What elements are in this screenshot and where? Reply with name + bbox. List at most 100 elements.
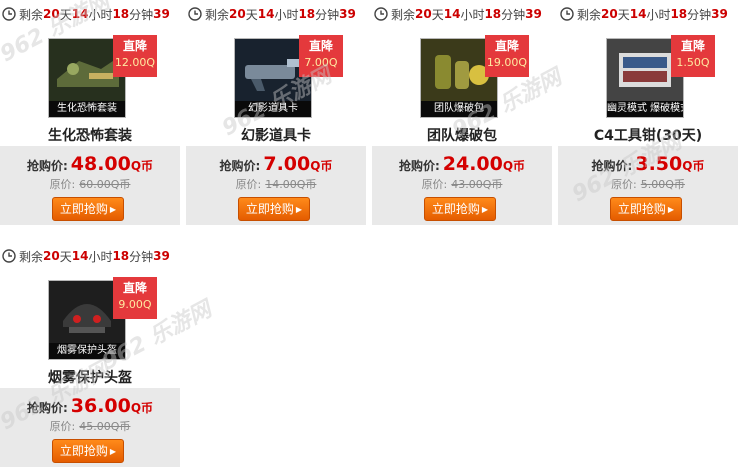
sale-price-unit: Q币 bbox=[502, 159, 526, 173]
buy-now-label: 立即抢购 bbox=[59, 202, 108, 216]
countdown-hours-unit: 小时 bbox=[88, 249, 113, 264]
discount-tag-title: 直降 bbox=[308, 39, 333, 53]
countdown-seconds: 39 bbox=[525, 7, 542, 21]
sale-price-value: 7.00 bbox=[263, 153, 311, 175]
countdown-minutes: 18 bbox=[484, 7, 502, 21]
countdown-timer: 剩余 20 天 14 小时 18 分钟 39 bbox=[188, 4, 356, 24]
countdown-hours-unit: 小时 bbox=[88, 7, 113, 22]
product-card: 剩余 20 天 14 小时 18 分钟 39 幻影道具卡 直降 7.00Q 幻影道具卡 抢购价: 7.00… bbox=[186, 0, 366, 228]
price-panel: 抢购价: 7.00Q币 原价: 14.00Q币 立即抢购 ▶ bbox=[186, 146, 366, 225]
arrow-right-icon: ▶ bbox=[109, 447, 117, 456]
discount-tag-value: 19.00Q bbox=[486, 56, 528, 69]
countdown-hours-unit: 小时 bbox=[646, 7, 671, 22]
countdown-days-unit: 天 bbox=[431, 7, 444, 22]
sale-price-unit: Q币 bbox=[310, 159, 333, 173]
countdown-hours: 14 bbox=[257, 7, 275, 21]
price-panel: 抢购价: 48.00Q币 原价: 60.00Q币立即抢购 ▶ bbox=[0, 146, 180, 225]
countdown-hours-unit: 小时 bbox=[460, 7, 485, 22]
countdown-hours-unit: 小时 bbox=[274, 7, 299, 22]
buy-now-label: 立即抢购 bbox=[617, 202, 666, 216]
countdown-minutes: 18 bbox=[298, 7, 316, 21]
buy-now-button[interactable]: 立即抢购 ▶ bbox=[238, 197, 310, 221]
countdown-prefix: 剩余 bbox=[205, 7, 230, 22]
arrow-right-icon: ▶ bbox=[481, 205, 489, 214]
countdown-timer: 剩余 20 天 14 小时 18 分钟 39 bbox=[374, 4, 542, 24]
original-price-label: 原价: bbox=[611, 178, 637, 191]
countdown-seconds: 39 bbox=[153, 7, 170, 21]
countdown-days: 20 bbox=[601, 7, 618, 21]
countdown-minutes: 18 bbox=[112, 7, 130, 21]
sale-price-row: 抢购价: 3.50Q币 bbox=[558, 151, 738, 179]
clock-icon bbox=[2, 249, 16, 263]
countdown-days: 20 bbox=[43, 7, 60, 21]
buy-now-label: 立即抢购 bbox=[245, 202, 294, 216]
sale-price-value: 48.00 bbox=[70, 153, 131, 175]
sale-price-unit: Q币 bbox=[682, 159, 705, 173]
sale-price-value: 36.00 bbox=[70, 395, 131, 417]
product-card: 剩余 20 天 14 小时 18 分钟 39 生化恐怖套装 直降 12.00Q 生化恐怖套装 抢购价: 4… bbox=[0, 0, 180, 228]
countdown-days: 20 bbox=[415, 7, 432, 21]
original-price-row: 原价: 14.00Q币 bbox=[186, 176, 366, 192]
discount-tag-value: 9.00Q bbox=[118, 298, 152, 311]
countdown-days-unit: 天 bbox=[59, 7, 72, 22]
sale-price-row: 抢购价: 48.00Q币 bbox=[0, 151, 180, 179]
countdown-hours: 14 bbox=[443, 7, 461, 21]
sale-price-row: 抢购价: 24.00Q币 bbox=[372, 151, 552, 179]
discount-tag-value: 12.00Q bbox=[114, 56, 156, 69]
sale-price-unit: Q币 bbox=[130, 401, 154, 415]
product-name[interactable]: 团队爆破包 bbox=[372, 125, 552, 145]
buy-now-button[interactable]: 立即抢购 ▶ bbox=[424, 197, 496, 221]
discount-tag-value: 7.00Q bbox=[304, 56, 338, 69]
product-card: 剩余 20 天 14 小时 18 分钟 39 幽灵模式 爆破模式 直降 1.50Q C4工具钳(30天… bbox=[558, 0, 738, 228]
buy-now-label: 立即抢购 bbox=[431, 202, 480, 216]
original-price-label: 原价: bbox=[49, 420, 76, 433]
discount-tag: 直降 7.00Q bbox=[299, 35, 343, 77]
product-name[interactable]: 幻影道具卡 bbox=[186, 125, 366, 145]
countdown-days-unit: 天 bbox=[59, 249, 72, 264]
countdown-timer: 剩余 20 天 14 小时 18 分钟 39 bbox=[2, 246, 170, 266]
discount-tag-value: 1.50Q bbox=[676, 56, 710, 69]
discount-tag-title: 直降 bbox=[680, 39, 705, 53]
sale-price-label: 抢购价: bbox=[219, 159, 261, 173]
product-name[interactable]: 生化恐怖套装 bbox=[0, 125, 180, 145]
original-price-label: 原价: bbox=[235, 178, 262, 191]
original-price-label: 原价: bbox=[421, 178, 448, 191]
thumbnail-caption: 团队爆破包 bbox=[421, 101, 497, 117]
countdown-seconds: 39 bbox=[339, 7, 356, 21]
countdown-seconds: 39 bbox=[153, 249, 170, 263]
thumbnail-caption: 幻影道具卡 bbox=[235, 101, 311, 117]
buy-now-button[interactable]: 立即抢购 ▶ bbox=[52, 439, 124, 463]
sale-price-label: 抢购价: bbox=[398, 159, 440, 173]
countdown-days: 20 bbox=[43, 249, 60, 263]
discount-tag-title: 直降 bbox=[494, 39, 519, 53]
countdown-hours: 14 bbox=[629, 7, 647, 21]
discount-tag-title: 直降 bbox=[122, 281, 147, 295]
countdown-days-unit: 天 bbox=[245, 7, 258, 22]
countdown-minutes-unit: 分钟 bbox=[129, 7, 154, 22]
sale-price-label: 抢购价: bbox=[26, 401, 68, 415]
buy-now-button[interactable]: 立即抢购 ▶ bbox=[610, 197, 682, 221]
original-price-row: 原价: 60.00Q币 bbox=[0, 176, 180, 192]
sale-price-row: 抢购价: 7.00Q币 bbox=[186, 151, 366, 179]
product-card: 剩余 20 天 14 小时 18 分钟 39 烟雾保护头盔 直降 9.00Q 烟雾保护头盔 抢购价: 36… bbox=[0, 242, 180, 470]
countdown-minutes: 18 bbox=[112, 249, 130, 263]
sale-price-row: 抢购价: 36.00Q币 bbox=[0, 393, 180, 421]
original-price-value: 5.00Q币 bbox=[640, 178, 685, 191]
product-name[interactable]: 烟雾保护头盔 bbox=[0, 367, 180, 387]
countdown-prefix: 剩余 bbox=[19, 7, 44, 22]
countdown-hours: 14 bbox=[71, 249, 89, 263]
arrow-right-icon: ▶ bbox=[667, 205, 675, 214]
sale-price-unit: Q币 bbox=[130, 159, 154, 173]
clock-icon bbox=[2, 7, 16, 21]
flash-sale-grid: 剩余 20 天 14 小时 18 分钟 39 生化恐怖套装 直降 12.00Q 生化恐怖套装 抢购价: 4… bbox=[0, 0, 741, 473]
discount-tag: 直降 9.00Q bbox=[113, 277, 157, 319]
product-name[interactable]: C4工具钳(30天) bbox=[558, 125, 738, 145]
countdown-prefix: 剩余 bbox=[391, 7, 416, 22]
original-price-row: 原价: 5.00Q币 bbox=[558, 176, 738, 192]
countdown-minutes-unit: 分钟 bbox=[315, 7, 340, 22]
original-price-value: 43.00Q币 bbox=[451, 178, 503, 191]
countdown-prefix: 剩余 bbox=[19, 249, 44, 264]
price-panel: 抢购价: 24.00Q币 原价: 43.00Q币立即抢购 ▶ bbox=[372, 146, 552, 225]
buy-now-button[interactable]: 立即抢购 ▶ bbox=[52, 197, 124, 221]
original-price-value: 60.00Q币 bbox=[79, 178, 131, 191]
